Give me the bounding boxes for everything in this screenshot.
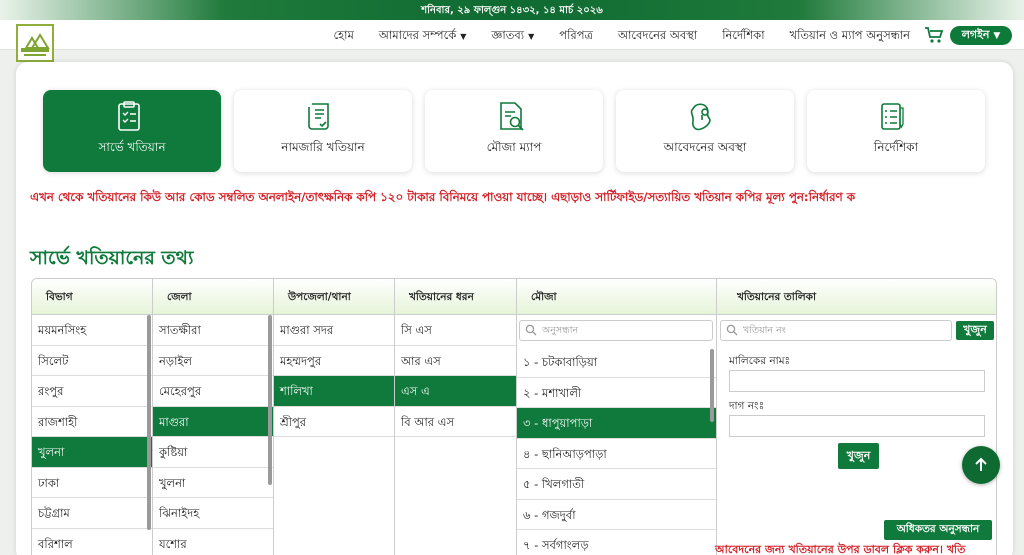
mouza-search-input[interactable]: অনুসন্ধান (519, 320, 713, 341)
division-item[interactable]: সিলেট (32, 346, 152, 376)
news-ticker: এখন থেকে খতিয়ানের কিউ আর কোড সম্বলিত অন… (30, 190, 856, 204)
mouza-item[interactable]: ৭ - সর্বগাংলড় (517, 530, 716, 555)
khatian-search-button[interactable]: খুজুন (956, 321, 994, 340)
mouza-column: মৌজা অনুসন্ধান ১ - চটকাবাড়িয়া ২ - মশাখা… (517, 279, 717, 555)
chevron-down-icon: ▼ (460, 32, 467, 41)
mouza-item[interactable]: ৬ - গজদুর্বা (517, 500, 716, 530)
division-item[interactable]: বরিশাল (32, 529, 152, 555)
district-item[interactable]: মাগুরা (153, 406, 273, 437)
district-scrollbar[interactable] (268, 315, 272, 485)
district-item[interactable]: ঝিনাইদহ (153, 498, 273, 529)
division-scrollbar[interactable] (147, 315, 151, 530)
division-column: বিভাগ ময়মনসিংহ সিলেট রংপুর রাজশাহী খুলনা ঢাক… (32, 279, 153, 555)
nav-item-2[interactable]: জ্ঞাতব্য ▼ (491, 27, 534, 46)
login-button[interactable]: লগইন ▼ (950, 26, 1012, 45)
upazila-item[interactable]: শ্রীপুর (274, 407, 394, 437)
survey-clipboard-icon (118, 101, 140, 131)
chevron-down-icon: ▼ (993, 30, 1001, 41)
card-0[interactable]: সার্ভে খতিয়ান (43, 90, 221, 172)
khatian-list-column: খতিয়ানের তালিকা খতিয়ান নং খুজুন মালিকে… (717, 279, 996, 555)
dag-number-label: দাগ নংঃ (729, 400, 765, 412)
division-item[interactable]: ময়মনসিংহ (32, 315, 152, 346)
khatian-list-header: খতিয়ানের তালিকা (717, 279, 996, 315)
mutation-scroll-icon (308, 103, 329, 130)
card-3[interactable]: আবেদনের অবস্থা (616, 90, 794, 172)
nav-item-4[interactable]: আবেদনের অবস্থা (618, 27, 697, 46)
map-search-icon (500, 102, 524, 131)
mouza-item[interactable]: ৩ - ধাপুয়াপাড়া (517, 408, 716, 439)
division-item[interactable]: ঢাকা (32, 468, 152, 498)
division-item[interactable]: রাজশাহী (32, 407, 152, 437)
dag-number-input[interactable] (729, 415, 985, 437)
main-navbar: হোম আমাদের সম্পর্কে ▼ জ্ঞাতব্য ▼ পরিপত্র আবেদন… (0, 20, 1024, 62)
double-click-hint: আবেদনের জন্য খতিয়ানের উপর ডাবল ক্লিক কর… (715, 543, 966, 555)
mouza-item[interactable]: ২ - মশাখালী (517, 378, 716, 408)
district-list: সাতক্ষীরা নড়াইল মেহেরপুর মাগুরা কুষ্টিয়া খু… (153, 315, 273, 555)
nav-item-3[interactable]: পরিপত্র (559, 27, 593, 46)
arrow-up-icon (975, 457, 987, 471)
district-item[interactable]: কুষ্টিয়া (153, 437, 273, 468)
upazila-list: মাগুরা সদর মহম্মদপুর শালিখা শ্রীপুর (274, 315, 394, 437)
khatian-number-input[interactable]: খতিয়ান নং (720, 320, 952, 341)
card-1[interactable]: নামজারি খতিয়ান (234, 90, 412, 172)
upazila-column: উপজেলা/থানা মাগুরা সদর মহম্মদপুর শালিখা শ্র… (274, 279, 395, 555)
district-header: জেলা (153, 279, 273, 315)
mouza-list: ১ - চটকাবাড়িয়া ২ - মশাখালী ৩ - ধাপুয়াপা… (517, 347, 716, 555)
type-item[interactable]: আর এস (395, 346, 516, 376)
khatian-type-column: খতিয়ানের ধরন সি এস আর এস এস এ বি আর এস (395, 279, 517, 555)
chevron-down-icon: ▼ (528, 32, 535, 41)
mouza-item[interactable]: ৪ - ছানিআড়পাড়া (517, 439, 716, 469)
advanced-search-button[interactable]: অধিকতর অনুসন্ধান (884, 520, 992, 540)
division-header: বিভাগ (32, 279, 152, 315)
mouza-item[interactable]: ১ - চটকাবাড়িয়া (517, 347, 716, 378)
khatian-type-list: সি এস আর এস এস এ বি আর এস (395, 315, 516, 437)
nav-item-0[interactable]: হোম (333, 27, 353, 46)
location-map-icon (690, 103, 711, 131)
type-item[interactable]: বি আর এস (395, 407, 516, 437)
type-item[interactable]: সি এস (395, 315, 516, 346)
owner-name-label: মালিকের নামঃ (729, 355, 791, 367)
card-4[interactable]: নির্দেশিকা (807, 90, 985, 172)
top-date-bar: শনিবার, ২৯ ফাল্গুন ১৪৩২, ১৪ মার্চ ২০২৬ (0, 0, 1024, 20)
district-item[interactable]: যশোর (153, 529, 273, 555)
owner-search-button[interactable]: খুজুন (838, 443, 879, 469)
nav-links: হোম আমাদের সম্পর্কে ▼ জ্ঞাতব্য ▼ পরিপত্র আবেদন… (333, 27, 910, 46)
owner-name-input[interactable] (729, 370, 985, 392)
district-item[interactable]: নড়াইল (153, 346, 273, 376)
search-icon (726, 324, 738, 336)
current-date: শনিবার, ২৯ ফাল্গুন ১৪৩২, ১৪ মার্চ ২০২৬ (421, 5, 603, 16)
main-content-panel: সার্ভে খতিয়ান নামজারি খতিয়ান মৌজা ম্যাপ আ… (16, 62, 1013, 555)
scroll-to-top-button[interactable] (962, 446, 1000, 484)
upazila-item[interactable]: শালিখা (274, 376, 394, 407)
division-item[interactable]: চট্টগ্রাম (32, 498, 152, 529)
type-item[interactable]: এস এ (395, 376, 516, 407)
division-item[interactable]: খুলনা (32, 437, 152, 468)
card-2[interactable]: মৌজা ম্যাপ (425, 90, 603, 172)
upazila-item[interactable]: মহম্মদপুর (274, 346, 394, 376)
nav-item-1[interactable]: আমাদের সম্পর্কে ▼ (379, 27, 467, 46)
cart-icon[interactable] (924, 26, 944, 44)
division-item[interactable]: রংপুর (32, 376, 152, 407)
upazila-item[interactable]: মাগুরা সদর (274, 315, 394, 346)
search-icon (525, 324, 537, 336)
khatian-selector-grid: বিভাগ ময়মনসিংহ সিলেট রংপুর রাজশাহী খুলনা ঢাক… (31, 278, 997, 555)
site-logo[interactable] (16, 24, 54, 62)
district-column: জেলা সাতক্ষীরা নড়াইল মেহেরপুর মাগুরা কুষ্টি… (153, 279, 274, 555)
khatian-type-header: খতিয়ানের ধরন (395, 279, 516, 315)
checklist-icon (881, 103, 904, 130)
section-title: সার্ভে খতিয়ানের তথ্য (30, 247, 194, 269)
nav-item-6[interactable]: খতিয়ান ও ম্যাপ অনুসন্ধান (790, 27, 910, 46)
nav-item-5[interactable]: নির্দেশিকা (722, 27, 764, 46)
mouza-item[interactable]: ৫ - খিলগাতী (517, 469, 716, 500)
district-item[interactable]: মেহেরপুর (153, 376, 273, 407)
division-list: ময়মনসিংহ সিলেট রংপুর রাজশাহী খুলনা ঢাকা চট্টগ… (32, 315, 152, 555)
mouza-header: মৌজা (517, 279, 716, 315)
upazila-header: উপজেলা/থানা (274, 279, 394, 315)
mouza-scrollbar[interactable] (710, 349, 714, 422)
district-item[interactable]: সাতক্ষীরা (153, 315, 273, 346)
district-item[interactable]: খুলনা (153, 468, 273, 498)
